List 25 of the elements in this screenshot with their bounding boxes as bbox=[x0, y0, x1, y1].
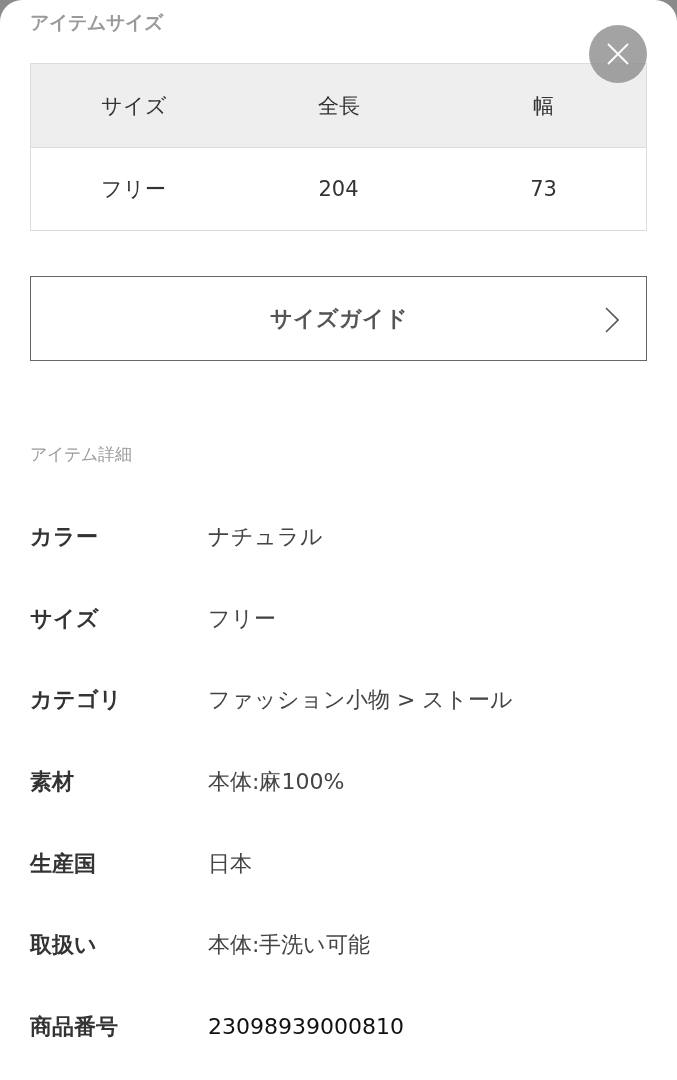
detail-label: 素材 bbox=[30, 767, 75, 796]
detail-value: 日本 bbox=[208, 849, 252, 878]
detail-value: ナチュラル bbox=[208, 522, 323, 551]
detail-label: カラー bbox=[30, 522, 99, 551]
detail-value: ファッション小物 > ストール bbox=[208, 686, 514, 715]
detail-value: フリー bbox=[208, 604, 276, 633]
column-header: 全長 bbox=[317, 92, 360, 120]
detail-label: 取扱い bbox=[30, 931, 98, 960]
detail-value: 本体:麻100% bbox=[208, 767, 345, 796]
table-cell-text: フリー bbox=[101, 176, 166, 203]
detail-label: 商品番号 bbox=[30, 1012, 119, 1041]
size-guide-button[interactable]: サイズガイド bbox=[30, 276, 647, 361]
detail-value: 23098939000810 bbox=[208, 1014, 404, 1040]
close-icon bbox=[607, 43, 629, 65]
detail-label: サイズ bbox=[30, 604, 100, 633]
detail-label: カテゴリ bbox=[30, 686, 123, 715]
detail-label: 生産国 bbox=[30, 849, 97, 878]
table-cell: 73 bbox=[530, 177, 557, 201]
column-header: 幅 bbox=[533, 92, 554, 120]
section-title: アイテムサイズ bbox=[30, 10, 163, 35]
chevron-right-icon bbox=[605, 307, 619, 333]
section-title: アイテム詳細 bbox=[30, 443, 132, 466]
detail-value: 本体:手洗い可能 bbox=[208, 931, 371, 960]
column-header: サイズ bbox=[100, 92, 167, 120]
table-cell: 204 bbox=[318, 177, 359, 201]
